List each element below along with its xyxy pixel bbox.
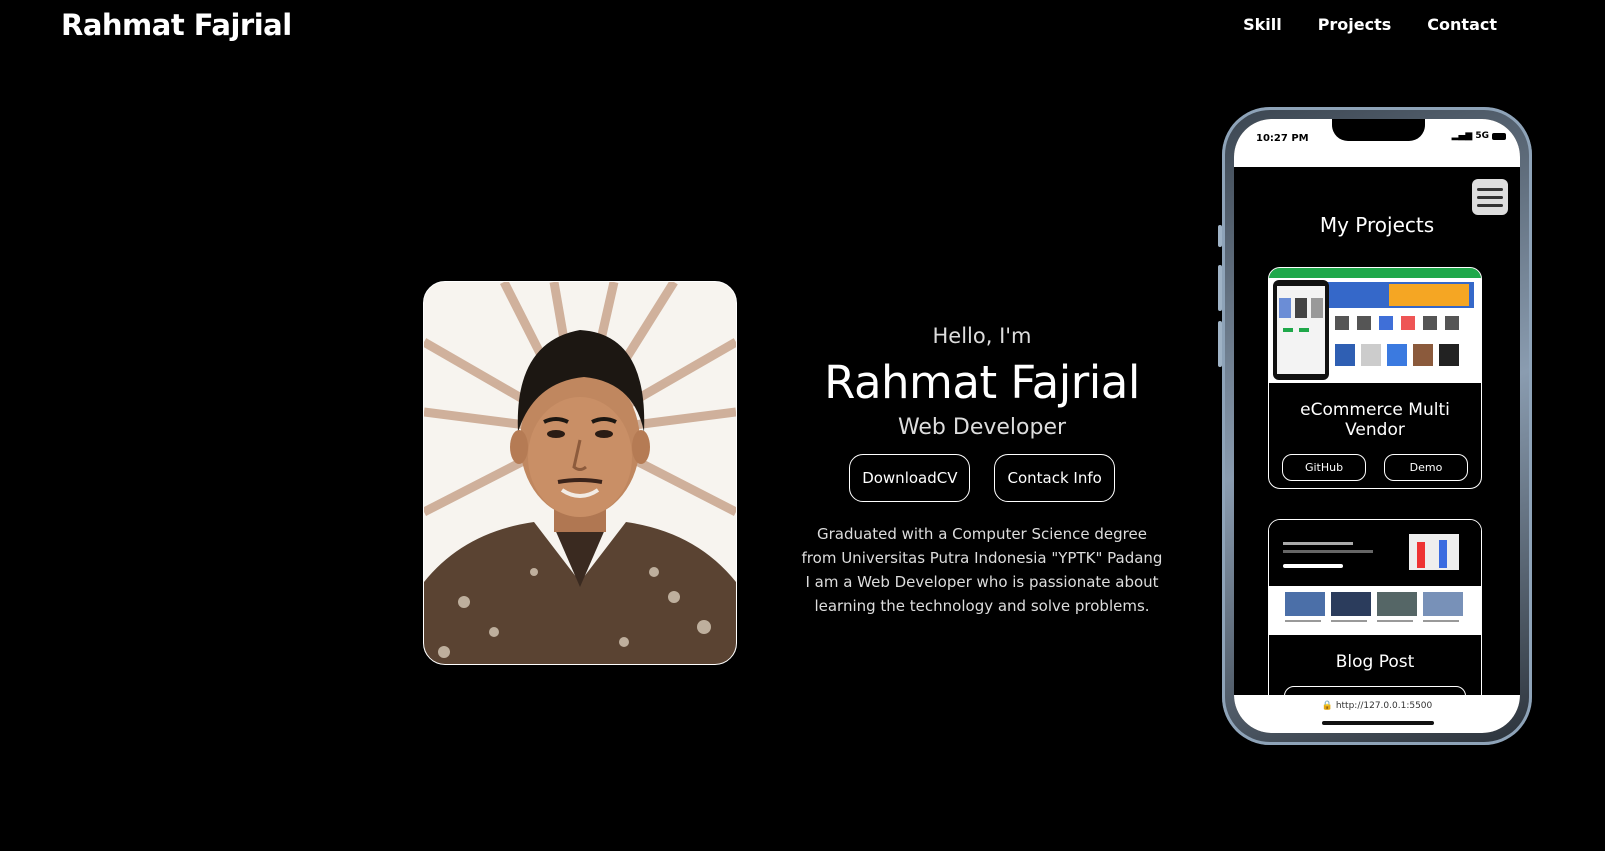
phone-side-button (1218, 265, 1222, 311)
hero-name: Rahmat Fajrial (824, 356, 1140, 409)
nav-skill[interactable]: Skill (1243, 15, 1282, 34)
nav-projects[interactable]: Projects (1318, 15, 1392, 34)
contact-info-button[interactable]: Contack Info (994, 454, 1115, 502)
bio-text: Graduated with a Computer Science degree… (786, 522, 1178, 618)
battery-icon (1492, 132, 1506, 140)
hamburger-menu-icon[interactable] (1472, 179, 1508, 215)
nav-contact[interactable]: Contact (1427, 15, 1497, 34)
site-logo[interactable]: Rahmat Fajrial (61, 8, 292, 42)
status-bar: 10:27 PM ▂▄▆ 5G (1234, 119, 1520, 167)
project-buttons: GitHub Demo (1269, 454, 1481, 481)
github-button[interactable]: GitHub (1282, 454, 1366, 481)
signal-icon: ▂▄▆ (1451, 131, 1473, 141)
phone-notch (1332, 119, 1425, 141)
hero-role: Web Developer (897, 415, 1067, 440)
project-card: Blog Post GitHub (1268, 519, 1482, 695)
phone-side-button (1218, 321, 1222, 367)
hero-buttons: DownloadCV Contack Info (786, 454, 1178, 502)
phone-side-button (1218, 225, 1222, 247)
project-title: eCommerce Multi Vendor (1300, 400, 1450, 440)
phone-page: My Projects eCommerce Multi Vendor GitHu… (1234, 167, 1520, 695)
profile-photo (423, 281, 737, 665)
url-value: http://127.0.0.1:5500 (1335, 701, 1433, 711)
phone-screen: 10:27 PM ▂▄▆ 5G My Projects eCommerce Mu… (1234, 119, 1520, 733)
bio-line: learning the technology and solve proble… (814, 597, 1150, 615)
github-button[interactable]: GitHub (1284, 686, 1466, 695)
project-card: eCommerce Multi Vendor GitHub Demo (1268, 267, 1482, 489)
url-text: 🔒 http://127.0.0.1:5500 (1234, 701, 1520, 711)
status-icons: ▂▄▆ 5G (1452, 131, 1506, 141)
download-cv-button[interactable]: DownloadCV (849, 454, 971, 502)
greeting-text: Hello, I'm (932, 324, 1032, 348)
top-nav: Skill Projects Contact (1243, 15, 1497, 34)
network-label: 5G (1475, 131, 1489, 141)
projects-title: My Projects (1319, 213, 1435, 237)
bio-line: from Universitas Putra Indonesia "YPTK" … (801, 549, 1163, 567)
bio-line: I am a Web Developer who is passionate a… (805, 573, 1159, 591)
demo-button[interactable]: Demo (1384, 454, 1468, 481)
home-indicator (1322, 721, 1434, 725)
intro-section: Hello, I'm Rahmat Fajrial Web Developer … (786, 320, 1178, 618)
status-time: 10:27 PM (1256, 133, 1309, 144)
project-thumbnail (1269, 520, 1481, 635)
project-thumbnail (1269, 268, 1481, 383)
bio-line: Graduated with a Computer Science degree (817, 525, 1147, 543)
phone-mockup: 10:27 PM ▂▄▆ 5G My Projects eCommerce Mu… (1218, 107, 1532, 745)
browser-url-bar[interactable]: 🔒 http://127.0.0.1:5500 (1234, 695, 1520, 733)
lock-icon: 🔒 (1321, 701, 1333, 711)
project-buttons: GitHub (1269, 686, 1481, 695)
project-title: Blog Post (1335, 652, 1415, 672)
